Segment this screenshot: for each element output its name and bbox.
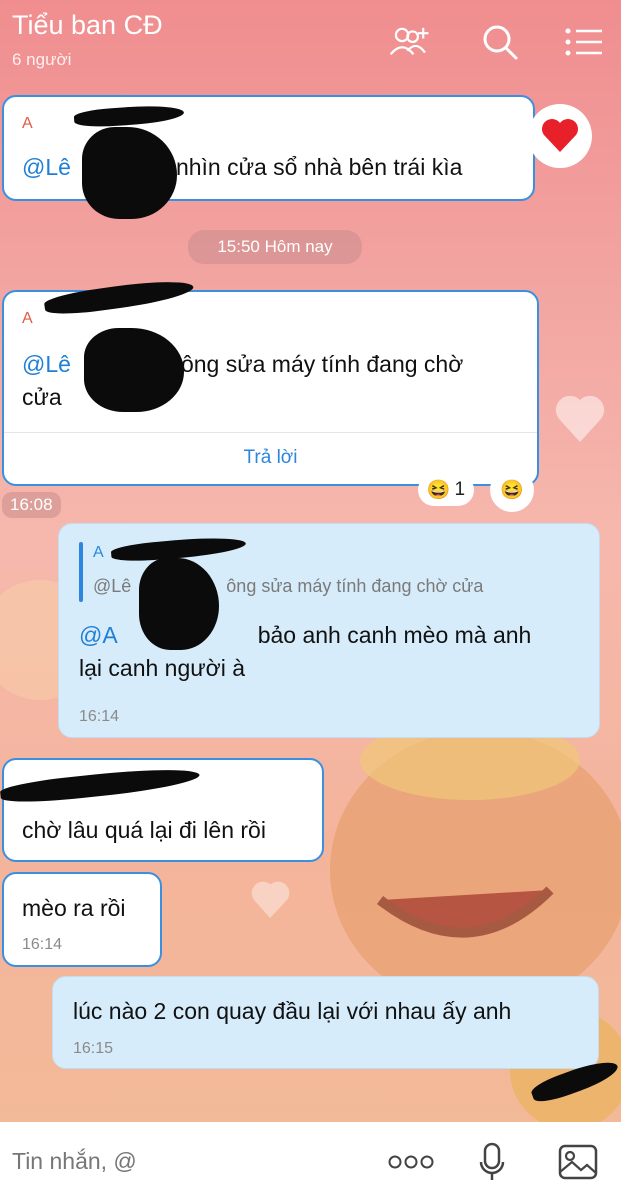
divider xyxy=(4,432,537,433)
menu-icon[interactable] xyxy=(562,20,606,64)
laughing-emoji-icon: 😆 xyxy=(500,480,524,501)
reaction-count-chip[interactable]: 😆 1 xyxy=(418,474,474,506)
message-time: 16:14 xyxy=(22,936,63,953)
heart-icon xyxy=(542,119,578,152)
message-time: 16:08 xyxy=(2,492,61,518)
message-body-line2: cửa xyxy=(22,384,62,410)
redaction-scribble xyxy=(0,763,201,807)
redaction-scribble xyxy=(84,328,184,412)
message-bubble[interactable]: chờ lâu quá lại đi lên rồi xyxy=(0,758,324,862)
more-icon[interactable] xyxy=(386,1142,436,1182)
message-time: 16:15 xyxy=(73,1040,114,1057)
search-icon[interactable] xyxy=(478,20,522,64)
image-icon[interactable] xyxy=(556,1142,600,1182)
message-text: mèo ra rồi xyxy=(22,895,126,921)
message-bubble[interactable]: A @Lê ông sửa máy tính đang chờ cửa Trả l… xyxy=(2,275,539,486)
redaction-scribble xyxy=(139,558,219,650)
chat-title[interactable]: Tiểu ban CĐ xyxy=(12,10,163,41)
member-count: 6 người xyxy=(12,50,72,69)
redaction-scribble xyxy=(43,275,195,319)
message-text: chờ lâu quá lại đi lên rồi xyxy=(22,817,266,843)
add-member-icon[interactable] xyxy=(388,20,432,64)
laughing-emoji-icon: 😆 xyxy=(426,480,451,501)
message-bubble[interactable]: lúc nào 2 con quay đầu lại với nhau ấy a… xyxy=(52,976,599,1069)
sender-name: A xyxy=(93,544,104,561)
chat-header: Tiểu ban CĐ 6 người xyxy=(0,0,621,80)
microphone-icon[interactable] xyxy=(472,1142,512,1182)
mention[interactable]: @A xyxy=(79,622,118,648)
message-bubble[interactable]: A @Lê ông sửa máy tính đang chờ cửa @A bảo… xyxy=(58,523,600,738)
message-bubble[interactable]: mèo ra rồi 16:14 xyxy=(2,872,162,967)
reply-button[interactable]: Trả lời xyxy=(4,447,537,469)
quoted-text: ông sửa máy tính đang chờ cửa xyxy=(226,576,484,596)
message-bubble[interactable]: A @Lê nhìn cửa sổ nhà bên trái kìa xyxy=(2,95,535,219)
message-text: lúc nào 2 con quay đầu lại với nhau ấy a… xyxy=(73,998,512,1024)
sender-name: A xyxy=(22,310,33,327)
quoted-mention: @Lê xyxy=(93,576,132,596)
add-reaction-button[interactable]: 😆 xyxy=(490,468,534,512)
redaction-scribble xyxy=(82,127,177,219)
message-body-line2: lại canh người à xyxy=(79,655,246,681)
message-body: nhìn cửa sổ nhà bên trái kìa xyxy=(175,154,463,180)
mention[interactable]: @Lê xyxy=(22,351,71,377)
redaction-scribble xyxy=(73,103,185,129)
message-input[interactable] xyxy=(10,1142,314,1180)
message-body-line1: ông sửa máy tính đang chờ xyxy=(180,351,464,377)
quote-bar xyxy=(79,542,83,602)
mention[interactable]: @Lê xyxy=(22,154,71,180)
message-time: 16:14 xyxy=(79,708,120,725)
sender-name: A xyxy=(22,115,33,132)
message-body-line1: bảo anh canh mèo mà anh xyxy=(257,622,532,648)
date-divider: 15:50 Hôm nay xyxy=(188,230,362,264)
reaction-count: 1 xyxy=(454,479,466,500)
message-composer xyxy=(0,1122,621,1200)
heart-reaction-button[interactable] xyxy=(528,104,592,168)
